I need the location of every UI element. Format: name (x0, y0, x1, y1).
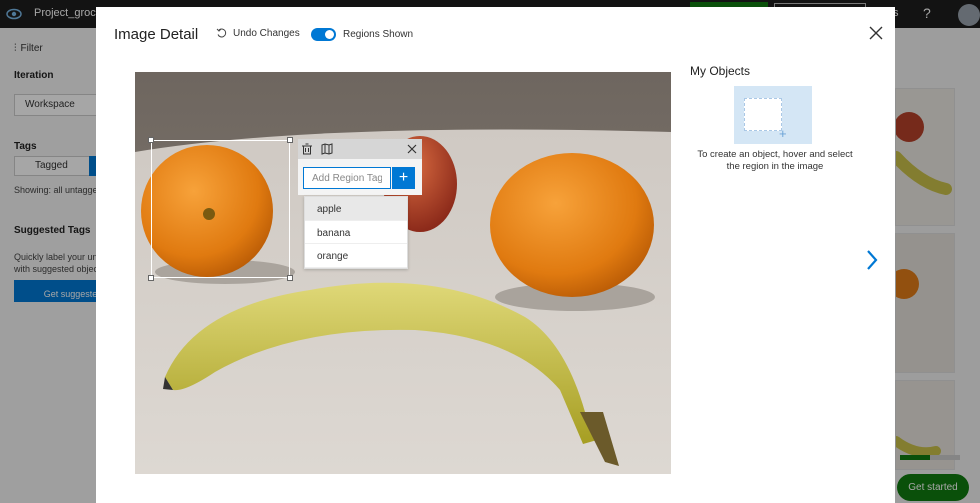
next-image-arrow-icon[interactable] (863, 248, 881, 272)
close-popup-icon[interactable] (405, 142, 419, 156)
tag-suggestions-dropdown: apple banana orange (304, 196, 408, 269)
region-popup-toolbar (298, 139, 422, 159)
toggle-knob (325, 30, 334, 39)
my-objects-title: My Objects (690, 64, 751, 78)
suggestion-banana[interactable]: banana (305, 221, 407, 244)
dashed-region-icon (744, 98, 782, 131)
regions-shown-label: Regions Shown (343, 29, 414, 40)
object-placeholder-card: + (734, 86, 812, 144)
crosshair-icon: + (779, 126, 787, 141)
image-detail-dialog: Image Detail Undo Changes Regions Shown (96, 7, 895, 503)
regions-shown-control: Regions Shown (311, 28, 413, 41)
suggestion-apple[interactable]: apple (305, 197, 407, 221)
region-handle-bottom-left[interactable] (148, 275, 154, 281)
add-region-tag-button[interactable]: + (392, 167, 415, 189)
region-tag-input[interactable] (303, 167, 391, 189)
delete-region-icon[interactable] (300, 142, 314, 156)
undo-label: Undo Changes (233, 28, 300, 39)
close-icon[interactable] (868, 25, 884, 41)
suggestion-orange[interactable]: orange (305, 244, 407, 268)
region-handle-bottom-right[interactable] (287, 275, 293, 281)
region-bounding-box[interactable] (148, 137, 293, 281)
dialog-title: Image Detail (114, 26, 199, 43)
regions-shown-toggle[interactable] (311, 28, 336, 41)
object-region-icon[interactable] (320, 142, 334, 156)
region-tag-popup: + (298, 139, 422, 195)
region-handle-top-left[interactable] (148, 137, 154, 143)
image-canvas[interactable]: + apple banana orange (135, 72, 671, 474)
undo-icon (216, 28, 227, 38)
my-objects-hint: To create an object, hover and select th… (697, 149, 853, 172)
region-handle-top-right[interactable] (287, 137, 293, 143)
my-objects-panel: My Objects + To create an object, hover … (690, 64, 860, 173)
undo-changes-button[interactable]: Undo Changes (216, 28, 300, 39)
